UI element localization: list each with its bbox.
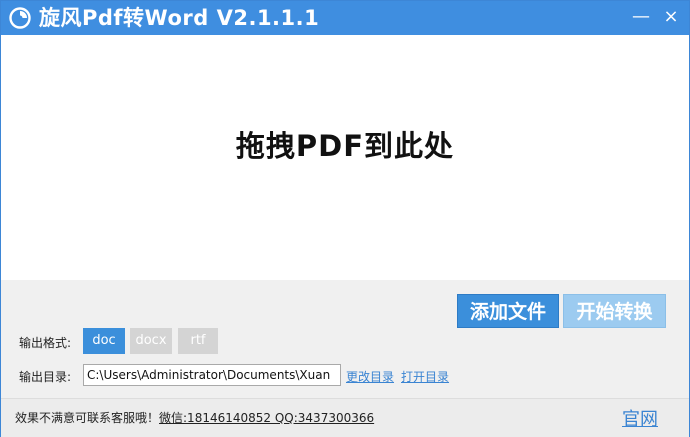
drop-zone-hint: 拖拽PDF到此处 <box>235 129 455 163</box>
output-dir-label: 输出目录: <box>19 370 72 384</box>
format-doc-option[interactable]: doc <box>83 328 125 354</box>
change-dir-link[interactable]: 更改目录 <box>346 368 394 385</box>
output-dir-input[interactable] <box>83 364 341 386</box>
format-docx-option[interactable]: docx <box>130 328 172 354</box>
start-convert-button[interactable]: 开始转换 <box>563 294 666 328</box>
app-title: 旋风Pdf转Word V2.1.1.1 <box>39 6 320 30</box>
open-dir-link[interactable]: 打开目录 <box>401 368 449 385</box>
control-panel: 添加文件 开始转换 输出格式: doc docx rtf 输出目录: 更改目录 … <box>1 280 689 398</box>
output-format-label: 输出格式: <box>19 336 72 350</box>
swirl-logo-icon <box>9 7 31 29</box>
status-bar: 效果不满意可联系客服哦！微信:18146140852 QQ:3437300366… <box>1 398 689 437</box>
app-window: 旋风Pdf转Word V2.1.1.1 — × 拖拽PDF到此处 添加文件 开始… <box>0 0 690 437</box>
contact-prefix: 效果不满意可联系客服哦！ <box>15 411 160 425</box>
contact-message: 效果不满意可联系客服哦！微信:18146140852 QQ:3437300366 <box>15 409 374 426</box>
contact-info: 微信:18146140852 QQ:3437300366 <box>159 411 375 425</box>
minimize-button[interactable]: — <box>629 5 653 29</box>
add-file-button[interactable]: 添加文件 <box>457 294 559 328</box>
title-bar[interactable]: 旋风Pdf转Word V2.1.1.1 — × <box>1 1 689 35</box>
close-button[interactable]: × <box>659 5 683 29</box>
format-rtf-option[interactable]: rtf <box>178 328 218 354</box>
official-site-link[interactable]: 官网 <box>622 405 658 431</box>
pdf-drop-zone[interactable]: 拖拽PDF到此处 <box>1 35 689 280</box>
